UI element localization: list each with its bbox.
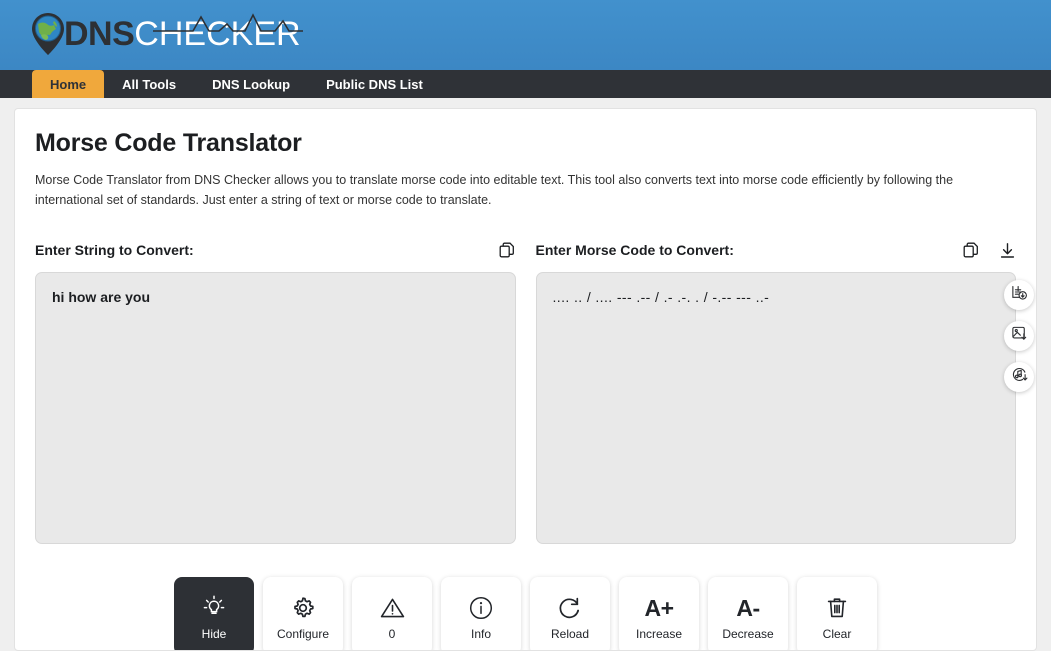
nav-item-home[interactable]: Home bbox=[32, 70, 105, 98]
site-logo[interactable]: DNS CHECKER bbox=[28, 9, 303, 57]
download-icon[interactable] bbox=[998, 241, 1016, 259]
font-increase-icon: A+ bbox=[644, 591, 674, 625]
string-panel-label: Enter String to Convert: bbox=[35, 242, 194, 258]
tool-card: Morse Code Translator Morse Code Transla… bbox=[14, 108, 1037, 651]
nav-item-label: All Tools bbox=[122, 76, 177, 92]
warning-triangle-icon bbox=[379, 591, 406, 625]
morse-download-actions bbox=[1004, 280, 1034, 392]
string-panel: Enter String to Convert: bbox=[35, 240, 516, 549]
configure-button[interactable]: Configure bbox=[263, 577, 343, 650]
warnings-button[interactable]: 0 bbox=[352, 577, 432, 650]
copy-icon[interactable] bbox=[962, 241, 980, 259]
document-download-icon bbox=[1011, 284, 1028, 306]
tool-label: Hide bbox=[201, 627, 227, 641]
heartbeat-pulse-icon bbox=[152, 13, 303, 32]
info-circle-icon bbox=[468, 591, 494, 625]
gear-icon bbox=[290, 591, 316, 625]
download-image-button[interactable] bbox=[1004, 321, 1034, 351]
logo-wordmark: DNS CHECKER bbox=[64, 11, 303, 57]
increase-font-button[interactable]: A+ Increase bbox=[619, 577, 699, 650]
tool-label: Configure bbox=[276, 627, 330, 641]
tool-label: Clear bbox=[822, 627, 852, 641]
font-decrease-glyph: A- bbox=[736, 595, 760, 621]
hide-button[interactable]: Hide bbox=[174, 577, 254, 650]
page-shell: Morse Code Translator Morse Code Transla… bbox=[0, 98, 1051, 651]
site-header: DNS CHECKER bbox=[0, 0, 1051, 70]
tool-label: 0 bbox=[388, 627, 396, 641]
morse-panel: Enter Morse Code to Convert: bbox=[535, 240, 1034, 549]
logo-text-dns: DNS bbox=[64, 15, 135, 53]
tool-label: Increase bbox=[635, 627, 683, 641]
download-text-file-button[interactable] bbox=[1004, 280, 1034, 310]
nav-item-label: Home bbox=[50, 76, 87, 92]
tool-label: Info bbox=[470, 627, 491, 641]
nav-item-public-dns-list[interactable]: Public DNS List bbox=[308, 70, 441, 98]
copy-icon[interactable] bbox=[498, 241, 516, 259]
page-title: Morse Code Translator bbox=[35, 129, 302, 157]
morse-panel-actions bbox=[962, 241, 1016, 259]
nav-item-dns-lookup[interactable]: DNS Lookup bbox=[194, 70, 308, 98]
main-navigation: Home All Tools DNS Lookup Public DNS Lis… bbox=[0, 70, 1051, 98]
trash-icon bbox=[825, 591, 849, 625]
download-audio-button[interactable] bbox=[1004, 362, 1034, 392]
tool-label: Decrease bbox=[722, 627, 774, 641]
string-panel-actions bbox=[498, 241, 516, 259]
page-description: Morse Code Translator from DNS Checker a… bbox=[35, 173, 954, 207]
tool-label: Reload bbox=[550, 627, 590, 641]
map-pin-globe-icon bbox=[32, 13, 64, 55]
morse-input[interactable] bbox=[535, 272, 1016, 544]
decrease-font-button[interactable]: A- Decrease bbox=[708, 577, 788, 650]
morse-panel-header: Enter Morse Code to Convert: bbox=[536, 240, 1017, 260]
reload-button[interactable]: Reload bbox=[530, 577, 610, 650]
nav-item-label: DNS Lookup bbox=[212, 76, 291, 92]
nav-item-all-tools[interactable]: All Tools bbox=[104, 70, 194, 98]
audio-download-icon bbox=[1011, 366, 1028, 388]
lightbulb-icon bbox=[201, 591, 227, 625]
info-button[interactable]: Info bbox=[441, 577, 521, 650]
font-increase-glyph: A+ bbox=[644, 595, 674, 621]
tool-buttons-row: Hide Configure 0 Info Reload A+ Increase… bbox=[35, 577, 1016, 650]
morse-panel-label: Enter Morse Code to Convert: bbox=[535, 242, 734, 258]
font-decrease-icon: A- bbox=[736, 591, 760, 625]
string-input[interactable] bbox=[35, 272, 516, 544]
translator-panels: Enter String to Convert: Ente bbox=[35, 240, 1034, 549]
nav-item-label: Public DNS List bbox=[326, 76, 423, 92]
reload-icon bbox=[557, 591, 583, 625]
image-download-icon bbox=[1011, 325, 1028, 347]
clear-button[interactable]: Clear bbox=[797, 577, 877, 650]
string-panel-header: Enter String to Convert: bbox=[35, 240, 516, 260]
